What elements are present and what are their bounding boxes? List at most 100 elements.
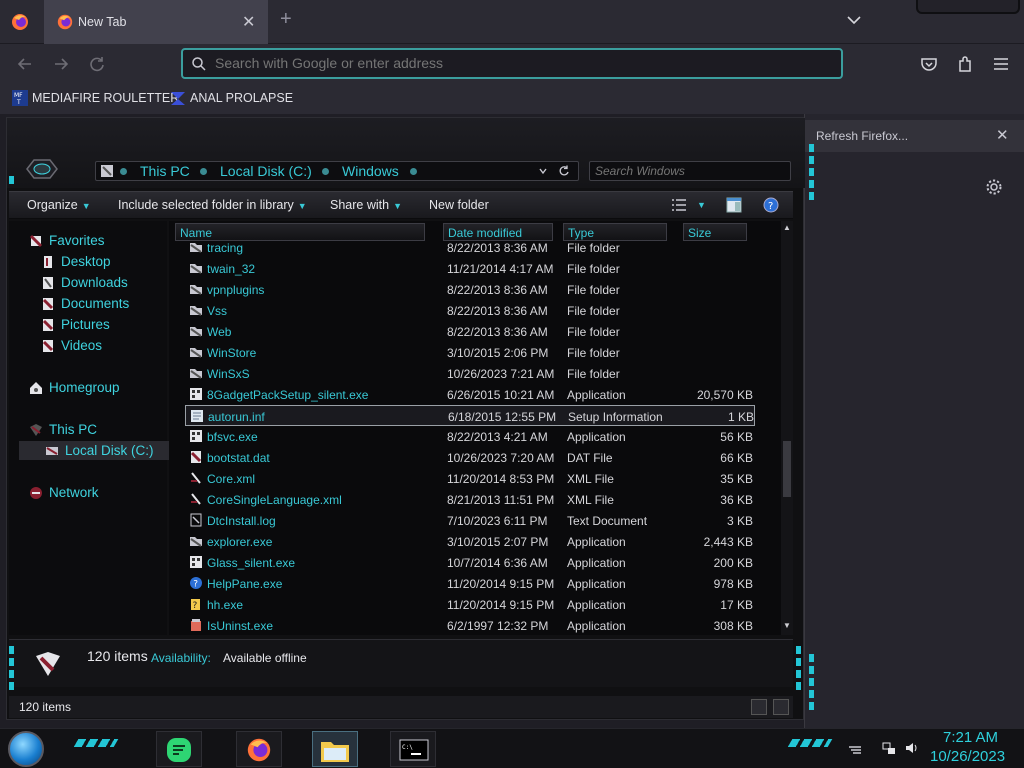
nav-local-disk[interactable]: Local Disk (C:) [19, 441, 173, 460]
large-icons-view-icon[interactable] [773, 699, 789, 715]
file-row[interactable]: Core.xml 11/20/2014 8:53 PM XML File 35 KB [169, 468, 769, 489]
app-file-icon [190, 556, 202, 568]
file-row[interactable]: WinSxS 10/26/2023 7:21 AM File folder [169, 363, 769, 384]
file-row[interactable]: ? hh.exe 11/20/2014 9:15 PM Application 17 K… [169, 594, 769, 615]
breadcrumb-local-disk[interactable]: Local Disk (C:) [220, 163, 312, 179]
file-row[interactable]: Glass_silent.exe 10/7/2014 6:36 AM Applica… [169, 552, 769, 573]
help-icon[interactable]: ? [763, 197, 779, 213]
gear-icon[interactable] [985, 178, 1003, 196]
file-row[interactable]: DtcInstall.log 7/10/2023 6:11 PM Text Docu… [169, 510, 769, 531]
nav-documents[interactable]: Documents [41, 294, 129, 313]
nav-favorites[interactable]: Favorites [29, 231, 105, 250]
chevron-down-icon[interactable] [538, 166, 548, 176]
share-with-button[interactable]: Share with ▼ [330, 198, 402, 212]
chevron-down-icon: ▼ [393, 201, 402, 211]
scroll-up-icon[interactable]: ▲ [781, 223, 793, 235]
breadcrumb-this-pc[interactable]: This PC [140, 163, 190, 179]
start-button[interactable] [8, 731, 44, 767]
new-folder-button[interactable]: New folder [429, 198, 489, 212]
file-row[interactable]: bfsvc.exe 8/22/2013 4:21 AM Application 56 … [169, 426, 769, 447]
vertical-scrollbar[interactable]: ▲ ▼ [781, 221, 793, 635]
url-input[interactable] [215, 55, 815, 71]
forward-arrow-icon[interactable] [50, 53, 72, 75]
downloads-icon [43, 276, 53, 289]
status-text: 120 items [19, 700, 72, 714]
bookmark-anal-prolapse[interactable]: ANAL PROLAPSE [170, 90, 293, 106]
homegroup-icon [30, 381, 42, 394]
file-name: explorer.exe [207, 535, 273, 549]
file-size: 978 KB [713, 577, 753, 591]
tab-new-tab[interactable]: New Tab ✕ [44, 0, 268, 44]
file-row[interactable]: Web 8/22/2013 8:36 AM File folder [169, 321, 769, 342]
nav-downloads[interactable]: Downloads [41, 273, 128, 292]
nav-desktop[interactable]: Desktop [41, 252, 111, 271]
reload-icon[interactable] [86, 53, 108, 75]
file-row[interactable]: tracing 8/22/2013 8:36 AM File folder [169, 237, 769, 258]
refresh-firefox-notification[interactable]: Refresh Firefox... ✕ [805, 120, 1024, 152]
nav-homegroup[interactable]: Homegroup [29, 378, 120, 397]
close-icon[interactable]: ✕ [996, 126, 1009, 144]
firefox-menu-icon[interactable] [10, 12, 30, 32]
taskbar-file-explorer[interactable] [312, 731, 358, 767]
organize-button[interactable]: Organize ▼ [27, 198, 91, 212]
nav-videos[interactable]: Videos [41, 336, 102, 355]
file-size: 36 KB [720, 493, 753, 507]
bookmark-mediafire-rouletter[interactable]: MF T MEDIAFIRE ROULETTER [12, 90, 179, 106]
file-row[interactable]: explorer.exe 3/10/2015 2:07 PM Application… [169, 531, 769, 552]
file-row[interactable]: autorun.inf 6/18/2015 12:55 PM Setup Infor… [185, 405, 755, 426]
address-bar[interactable]: This PC Local Disk (C:) Windows [95, 161, 579, 181]
file-row[interactable]: WinStore 3/10/2015 2:06 PM File folder [169, 342, 769, 363]
breadcrumb-windows[interactable]: Windows [342, 163, 399, 179]
file-name: Glass_silent.exe [207, 556, 296, 570]
clock-date[interactable]: 10/26/2023 [930, 748, 1005, 765]
scroll-down-icon[interactable]: ▼ [781, 621, 793, 633]
nav-network[interactable]: Network [29, 483, 99, 502]
theme-accent-bar [9, 646, 14, 690]
preview-pane-icon[interactable] [726, 197, 742, 213]
explorer-search[interactable] [589, 161, 791, 181]
file-row[interactable]: ? HelpPane.exe 11/20/2014 9:15 PM Applicati… [169, 573, 769, 594]
file-row[interactable]: IsUninst.exe 6/2/1997 12:32 PM Application… [169, 615, 769, 635]
file-row[interactable]: 8GadgetPackSetup_silent.exe 6/26/2015 10:… [169, 384, 769, 405]
close-tab-icon[interactable]: ✕ [242, 12, 255, 32]
taskbar-decoration [73, 739, 119, 747]
nav-pictures[interactable]: Pictures [41, 315, 110, 334]
file-date: 8/22/2013 8:36 AM [447, 283, 548, 297]
pocket-icon[interactable] [918, 53, 940, 75]
extensions-icon[interactable] [954, 53, 976, 75]
scroll-thumb[interactable] [783, 441, 791, 497]
clock-time[interactable]: 7:21 AM [943, 729, 998, 746]
refresh-icon[interactable] [558, 165, 570, 177]
volume-icon[interactable] [905, 741, 919, 755]
details-view-icon[interactable] [751, 699, 767, 715]
back-arrow-icon[interactable] [14, 53, 36, 75]
show-hidden-icons-icon[interactable] [848, 741, 862, 755]
file-row[interactable]: twain_32 11/21/2014 4:17 AM File folder [169, 258, 769, 279]
explorer-window: This PC Local Disk (C:) Windows Organize… [6, 117, 805, 720]
hamburger-menu-icon[interactable] [990, 53, 1012, 75]
nav-label: Network [49, 485, 99, 500]
chevron-down-icon[interactable]: ▼ [697, 200, 706, 210]
nav-label: Videos [61, 338, 103, 353]
theme-accent-bar [809, 144, 814, 200]
new-tab-button[interactable]: + [280, 8, 292, 31]
file-type: Application [567, 556, 626, 570]
view-options-icon[interactable] [671, 198, 687, 212]
nav-this-pc[interactable]: This PC [29, 420, 97, 439]
network-tray-icon[interactable] [882, 741, 896, 755]
include-in-library-button[interactable]: Include selected folder in library ▼ [118, 198, 307, 212]
file-row[interactable]: CoreSingleLanguage.xml 8/21/2013 11:51 PM… [169, 489, 769, 510]
pictures-icon [42, 318, 54, 331]
taskbar-firefox[interactable] [236, 731, 282, 767]
back-orb-icon[interactable] [25, 158, 59, 180]
chevron-down-icon[interactable] [844, 10, 864, 30]
file-type: Setup Information [568, 410, 663, 424]
taskbar-notes-app[interactable] [156, 731, 202, 767]
file-row[interactable]: bootstat.dat 10/26/2023 7:20 AM DAT File 66… [169, 447, 769, 468]
file-row[interactable]: Vss 8/22/2013 8:36 AM File folder [169, 300, 769, 321]
search-input[interactable] [595, 164, 775, 178]
taskbar-command-prompt[interactable]: C:\ [390, 731, 436, 767]
navigation-pane: Favorites Desktop Downloads Documents Pi… [9, 221, 173, 635]
url-bar[interactable] [181, 48, 843, 79]
file-row[interactable]: vpnplugins 8/22/2013 8:36 AM File folder [169, 279, 769, 300]
